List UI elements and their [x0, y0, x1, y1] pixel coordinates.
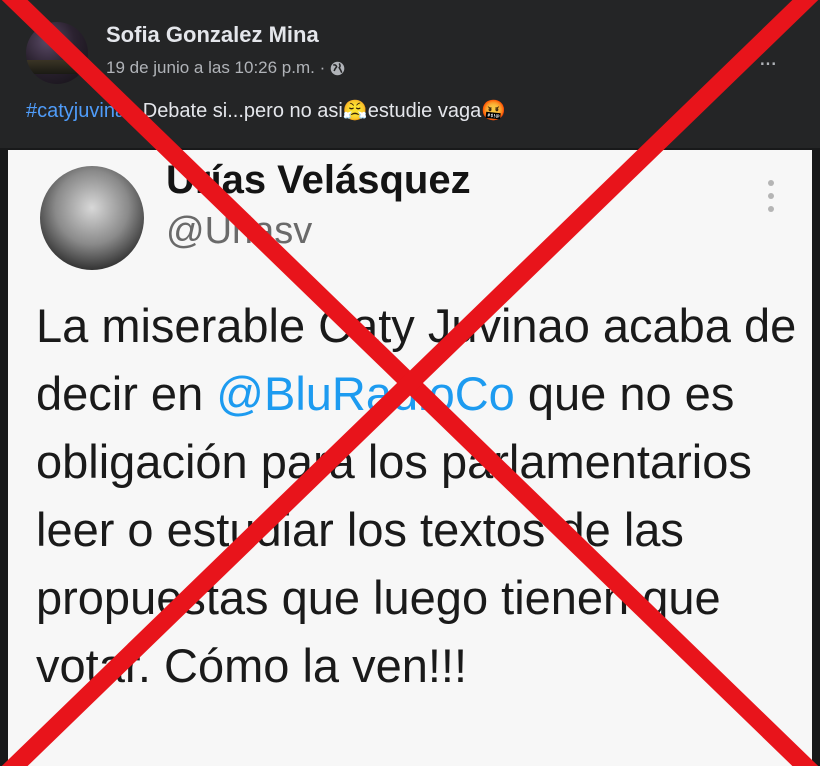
post-options-icon[interactable]: ... — [759, 44, 777, 72]
post-author-name[interactable]: Sofia Gonzalez Mina — [106, 22, 319, 48]
tweet-author-handle: @Uriasv — [166, 210, 313, 252]
author-avatar[interactable] — [26, 22, 88, 84]
steam-face-emoji: 😤 — [342, 100, 368, 122]
caption-text: Debate si...pero no asi — [137, 100, 343, 122]
tweet-options-icon — [768, 180, 776, 212]
tweet-screenshot[interactable]: Urías Velásquez @Uriasv La miserable Cat… — [8, 150, 812, 766]
globe-icon — [330, 61, 345, 75]
avatar-landscape — [26, 60, 88, 74]
tweet-text: La miserable Caty Juvinao acaba de decir… — [36, 292, 806, 700]
cursing-face-emoji: 🤬 — [481, 100, 507, 122]
facebook-post-header: Sofia Gonzalez Mina 19 de junio a las 10… — [0, 0, 820, 148]
post-timestamp[interactable]: 19 de junio a las 10:26 p.m. · — [106, 58, 325, 78]
caption-text-2: estudie vaga — [367, 100, 482, 122]
tweet-author-name: Urías Velásquez — [166, 158, 471, 202]
hashtag-link[interactable]: #catyjuvinao — [26, 100, 137, 122]
tweet-mention: @BluRadioCo — [216, 367, 515, 420]
post-caption: #catyjuvinao Debate si...pero no asi😤est… — [26, 98, 506, 123]
post-meta: 19 de junio a las 10:26 p.m. · — [106, 58, 346, 78]
tweet-author-avatar — [40, 166, 144, 270]
